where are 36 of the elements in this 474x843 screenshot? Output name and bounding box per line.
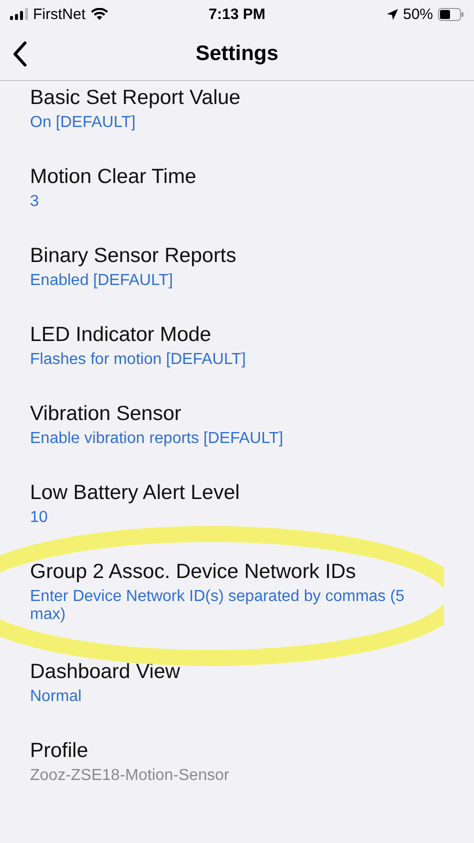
- setting-row[interactable]: Vibration Sensor Enable vibration reports [DEFAULT]: [30, 397, 444, 476]
- battery-icon: [438, 8, 464, 20]
- setting-value: On [DEFAULT]: [30, 114, 136, 132]
- setting-title: Profile: [30, 738, 88, 764]
- setting-row[interactable]: Binary Sensor Reports Enabled [DEFAULT]: [30, 239, 444, 318]
- setting-row[interactable]: Group 2 Assoc. Device Network IDs Enter Device Network ID(s) separated by commas (5 max): [30, 555, 444, 655]
- setting-row[interactable]: Dashboard View Normal: [30, 655, 444, 734]
- clock-time: 7:13 PM: [208, 6, 266, 22]
- setting-title: LED Indicator Mode: [30, 322, 212, 348]
- setting-row[interactable]: Low Battery Alert Level 10: [30, 476, 444, 555]
- location-arrow-icon: [386, 8, 398, 20]
- setting-value: Flashes for motion [DEFAULT]: [30, 351, 246, 369]
- setting-row[interactable]: Basic Set Report Value On [DEFAULT]: [30, 81, 444, 160]
- setting-row[interactable]: LED Indicator Mode Flashes for motion [DEFAULT]: [30, 318, 444, 397]
- setting-value: Enter Device Network ID(s) separated by commas (5 max): [30, 588, 406, 624]
- setting-value: 10: [30, 509, 48, 527]
- setting-title: Basic Set Report Value: [30, 85, 240, 111]
- wifi-icon: [90, 8, 108, 20]
- setting-value: Normal: [30, 688, 82, 706]
- battery-percent: 50%: [402, 6, 434, 22]
- setting-row[interactable]: Profile Zooz-ZSE18-Motion-Sensor: [30, 734, 444, 813]
- setting-value: Enable vibration reports [DEFAULT]: [30, 430, 284, 448]
- screen-title: Settings: [194, 42, 280, 66]
- carrier-name: FirstNet: [33, 6, 86, 22]
- setting-row[interactable]: Motion Clear Time 3: [30, 160, 444, 239]
- signal-icon: [10, 8, 28, 20]
- setting-value: Zooz-ZSE18-Motion-Sensor: [30, 767, 230, 785]
- setting-value: Enabled [DEFAULT]: [30, 272, 173, 290]
- setting-title: Binary Sensor Reports: [30, 243, 236, 269]
- setting-title: Group 2 Assoc. Device Network IDs: [30, 559, 356, 585]
- setting-title: Motion Clear Time: [30, 164, 196, 190]
- back-button[interactable]: [12, 41, 28, 67]
- setting-title: Dashboard View: [30, 659, 180, 685]
- setting-value: 3: [30, 193, 39, 211]
- setting-title: Vibration Sensor: [30, 401, 182, 427]
- setting-title: Low Battery Alert Level: [30, 480, 240, 506]
